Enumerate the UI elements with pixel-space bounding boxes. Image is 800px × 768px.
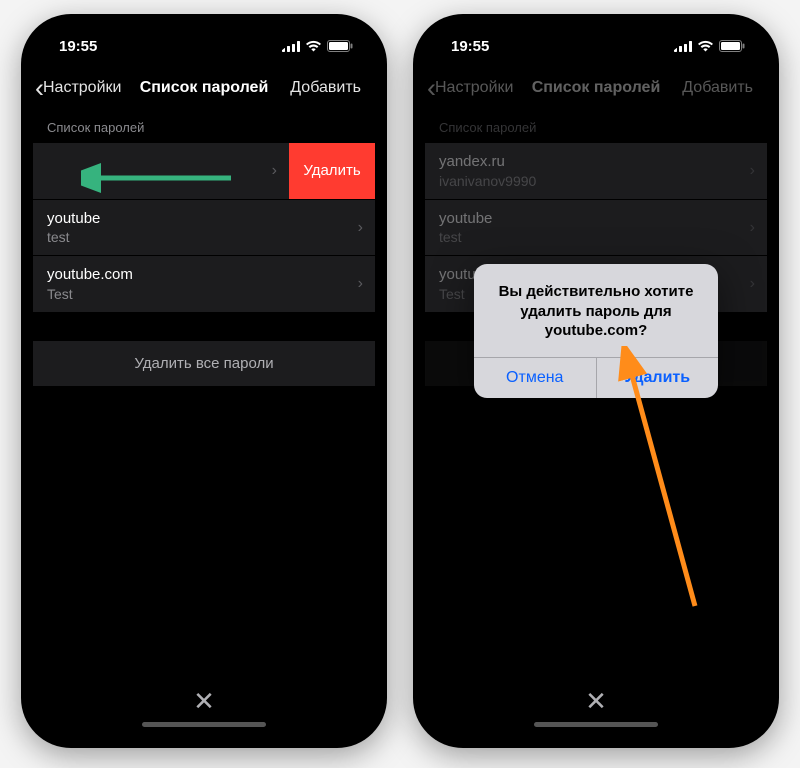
phone-right: 19:55 ‹ Настройки Список паролей Добавит… <box>413 14 779 748</box>
row-subtitle: Test <box>439 285 753 303</box>
chevron-right-icon: › <box>750 275 755 293</box>
screen: 19:55 ‹ Настройки Список паролей Добавит… <box>425 26 767 736</box>
back-label: Настройки <box>43 79 121 97</box>
battery-icon <box>327 40 353 52</box>
section-gap <box>425 313 767 341</box>
row-title: youtube <box>47 209 361 229</box>
status-right <box>674 40 745 52</box>
chevron-right-icon: › <box>272 162 277 180</box>
section-header: Список паролей <box>33 110 375 143</box>
swipe-delete-button[interactable]: Удалить <box>289 143 375 199</box>
chevron-right-icon: › <box>358 219 363 237</box>
row-title: ru <box>33 152 301 172</box>
screen: 19:55 ‹ Настройки Список паролей Добавит… <box>33 26 375 736</box>
row-subtitle: Test <box>47 285 361 303</box>
row-title: youtube.com <box>47 265 361 285</box>
password-row[interactable]: yandex.ru ivanivanov9990 › <box>425 143 767 200</box>
home-indicator[interactable] <box>142 722 266 727</box>
password-list: yandex.ru ivanivanov9990 › youtube test … <box>425 143 767 313</box>
home-indicator[interactable] <box>534 722 658 727</box>
status-right <box>282 40 353 52</box>
chevron-right-icon: › <box>358 275 363 293</box>
back-label: Настройки <box>435 79 513 97</box>
spacer <box>425 386 767 666</box>
password-list: ru ov9990 › Удалить youtube test › youtu… <box>33 143 375 313</box>
close-icon[interactable]: ✕ <box>193 686 215 717</box>
row-title: youtube <box>439 209 753 229</box>
password-row[interactable]: youtube test › <box>425 200 767 257</box>
row-subtitle: test <box>439 228 753 246</box>
back-button[interactable]: ‹ Настройки <box>427 75 513 102</box>
password-row-swiped[interactable]: ru ov9990 › Удалить <box>33 143 375 200</box>
close-icon[interactable]: ✕ <box>585 686 607 717</box>
status-time: 19:55 <box>451 38 489 55</box>
spacer <box>33 386 375 666</box>
row-subtitle: test <box>47 228 361 246</box>
add-button[interactable]: Добавить <box>682 79 761 97</box>
nav-bar: ‹ Настройки Список паролей Добавить <box>425 66 767 110</box>
chevron-right-icon: › <box>750 162 755 180</box>
back-button[interactable]: ‹ Настройки <box>35 75 121 102</box>
row-title: yandex.ru <box>439 152 753 172</box>
section-gap <box>33 313 375 341</box>
password-row[interactable]: youtube.com Test › <box>33 256 375 313</box>
row-subtitle: ivanivanov9990 <box>439 172 753 190</box>
battery-icon <box>719 40 745 52</box>
notch <box>119 26 289 54</box>
nav-bar: ‹ Настройки Список паролей Добавить <box>33 66 375 110</box>
status-time: 19:55 <box>59 38 97 55</box>
wifi-icon <box>305 40 322 52</box>
password-row[interactable]: youtube.com Test › <box>425 256 767 313</box>
delete-all-button[interactable]: Удалить все пароли <box>425 341 767 386</box>
delete-all-button[interactable]: Удалить все пароли <box>33 341 375 386</box>
row-title: youtube.com <box>439 265 753 285</box>
password-row[interactable]: youtube test › <box>33 200 375 257</box>
section-header: Список паролей <box>425 110 767 143</box>
chevron-right-icon: › <box>750 219 755 237</box>
phone-left: 19:55 ‹ Настройки Список паролей Добавит… <box>21 14 387 748</box>
add-button[interactable]: Добавить <box>290 79 369 97</box>
notch <box>511 26 681 54</box>
row-subtitle: ov9990 <box>33 172 301 190</box>
wifi-icon <box>697 40 714 52</box>
